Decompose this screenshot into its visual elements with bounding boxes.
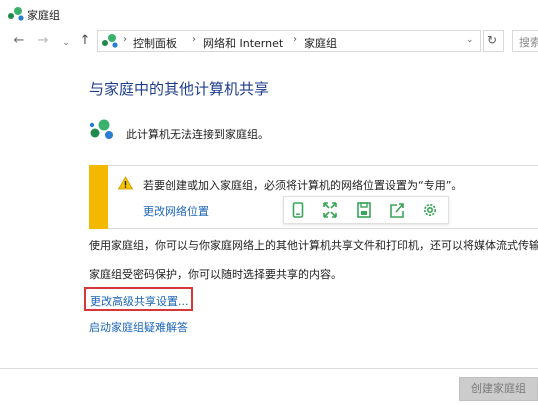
search-placeholder: 搜索 [519,36,538,49]
change-network-location-link[interactable]: 更改网络位置 [143,203,209,219]
homegroup-icon [8,7,24,21]
homegroup-icon [102,34,118,48]
phone-icon[interactable] [288,201,308,219]
title-bar [0,0,538,28]
up-button[interactable]: ↑ [78,34,92,48]
warning-text: 若要创建或加入家庭组，必须将计算机的网络位置设置为“专用”。 [143,179,463,192]
page-title: 与家庭中的其他计算机共享 [89,80,270,98]
create-homegroup-button[interactable]: 创建家庭组 [459,377,538,401]
homegroup-troubleshooter-link[interactable]: 启动家庭组疑难解答 [89,319,188,335]
window-title: 家庭组 [27,9,60,22]
connection-status: 此计算机无法连接到家庭组。 [126,128,269,141]
recent-locations-button[interactable]: ⌄ [61,36,71,50]
breadcrumb-separator: › [192,34,196,45]
homegroup-icon [89,119,113,139]
warning-strip [89,165,108,229]
advanced-sharing-settings-link[interactable]: 更改高级共享设置... [90,293,189,309]
save-icon[interactable] [354,201,374,219]
breadcrumb-homegroup[interactable]: 家庭组 [304,35,337,51]
settings-icon[interactable] [420,201,440,219]
breadcrumb-network-internet[interactable]: 网络和 Internet [203,35,283,51]
homegroup-description: 使用家庭组，你可以与你家庭网络上的其他计算机共享文件和打印机，还可以将媒体流式传… [89,239,538,252]
refresh-icon[interactable]: ↻ [487,33,497,47]
forward-button[interactable]: → [36,34,50,48]
breadcrumb-separator: › [293,34,297,45]
share-icon[interactable] [387,201,407,219]
password-info: 家庭组受密码保护，你可以随时选择要共享的内容。 [89,268,342,281]
breadcrumb-control-panel[interactable]: 控制面板 [133,35,177,51]
breadcrumb-separator: › [123,34,127,45]
address-dropdown-icon[interactable]: ⌄ [466,35,474,45]
footer-divider [0,368,538,369]
expand-icon[interactable] [320,201,340,219]
back-button[interactable]: ← [12,34,26,48]
warning-icon [118,176,133,190]
